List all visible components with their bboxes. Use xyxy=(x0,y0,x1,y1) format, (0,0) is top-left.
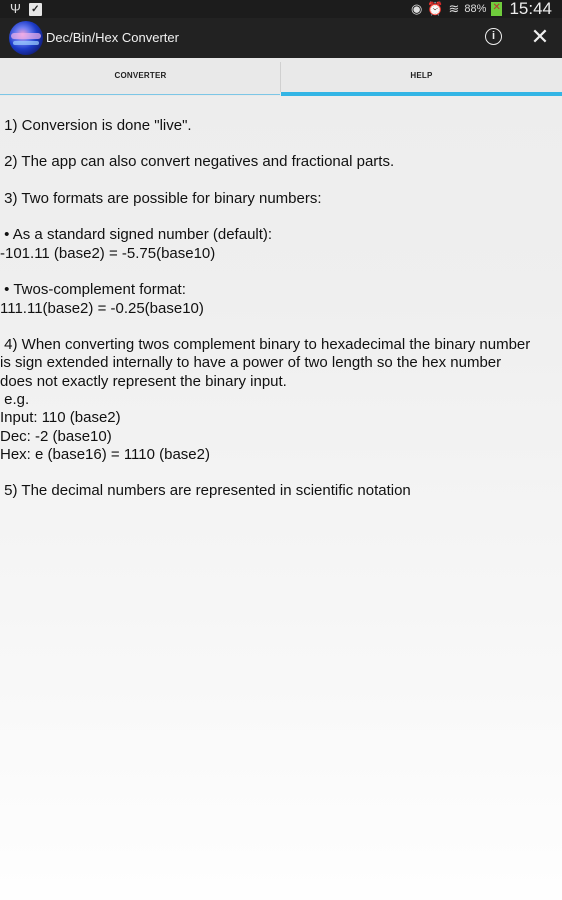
help-format-twos: • Twos-complement format: xyxy=(0,281,186,298)
eye-icon: ◉ xyxy=(410,1,423,16)
task-check-icon: ✓ xyxy=(28,2,42,16)
tab-help-selected-indicator xyxy=(281,92,562,96)
info-icon: i xyxy=(491,30,496,42)
help-format-twos-example: 111.11(base2) = -0.25(base10) xyxy=(0,300,204,317)
help-item-4-line-1: 4) When converting twos complement binar… xyxy=(0,336,531,353)
help-item-1: 1) Conversion is done "live". xyxy=(0,117,192,134)
help-item-4-line-3: does not exactly represent the binary in… xyxy=(0,373,287,390)
help-item-5: 5) The decimal numbers are represented i… xyxy=(0,482,411,499)
battery-percent: 88% xyxy=(464,3,487,15)
tab-converter[interactable]: CONVERTER xyxy=(0,58,281,96)
info-button[interactable]: i xyxy=(485,28,502,45)
help-item-3: 3) Two formats are possible for binary n… xyxy=(0,190,322,207)
close-icon: ✕ xyxy=(530,24,550,49)
help-item-4-line-2: is sign extended internally to have a po… xyxy=(0,354,502,371)
help-eg-hex: Hex: e (base16) = 1110 (base2) xyxy=(0,446,210,463)
tab-help[interactable]: HELP xyxy=(281,58,562,96)
app-logo-icon[interactable] xyxy=(9,21,43,55)
alarm-icon: ⏰ xyxy=(427,1,444,16)
tab-converter-underline xyxy=(0,94,280,95)
app-title: Dec/Bin/Hex Converter xyxy=(46,30,179,45)
help-format-signed: • As a standard signed number (default): xyxy=(0,226,273,243)
help-eg-input: Input: 110 (base2) xyxy=(0,409,121,426)
battery-charging-icon xyxy=(491,2,503,16)
action-bar: Dec/Bin/Hex Converter i ✕ xyxy=(0,18,562,58)
help-eg: e.g. xyxy=(0,391,30,408)
usb-icon: Ψ xyxy=(10,1,21,16)
tab-converter-label: CONVERTER xyxy=(114,71,167,80)
tab-bar: CONVERTER HELP xyxy=(0,58,562,96)
help-item-2: 2) The app can also convert negatives an… xyxy=(0,153,395,170)
status-bar: Ψ ✓ ◉ ⏰ ≋ 88% 15:44 xyxy=(0,0,562,18)
help-eg-dec: Dec: -2 (base10) xyxy=(0,428,112,445)
help-format-signed-example: -101.11 (base2) = -5.75(base10) xyxy=(0,245,216,262)
close-button[interactable]: ✕ xyxy=(529,24,551,50)
tab-help-label: HELP xyxy=(410,71,433,80)
clock: 15:44 xyxy=(509,0,552,18)
wifi-icon: ≋ xyxy=(448,1,460,16)
